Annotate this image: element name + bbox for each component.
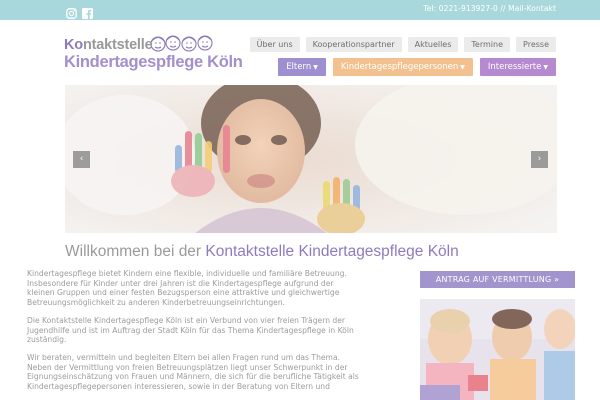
logo-line-2: Kindertagespflege Köln bbox=[64, 53, 243, 71]
antrag-vermittlung-button[interactable]: ANTRAG AUF VERMITTLUNG » bbox=[420, 271, 575, 288]
nav-kindertagespflegepersonen[interactable]: Kindertagespflegepersonen ▼ bbox=[332, 58, 473, 76]
nav-eltern[interactable]: Eltern ▼ bbox=[278, 58, 326, 76]
paragraph: Wir beraten, vermitteln und begleiten El… bbox=[27, 352, 359, 392]
slider-next-button[interactable]: › bbox=[531, 151, 548, 168]
hero-slider-image bbox=[65, 85, 557, 233]
nav-kooperationspartner[interactable]: Kooperationspartner bbox=[305, 37, 402, 52]
secondary-nav: Über uns Kooperationspartner Aktuelles T… bbox=[249, 37, 556, 52]
nav-termine[interactable]: Termine bbox=[464, 37, 511, 52]
nav-interessierte[interactable]: Interessierte ▼ bbox=[479, 58, 556, 76]
nav-presse[interactable]: Presse bbox=[516, 37, 556, 52]
chevron-right-icon: › bbox=[537, 154, 542, 164]
slider-prev-button[interactable]: ‹ bbox=[73, 151, 90, 168]
intro-text: Kindertagespflege bietet Kindern eine fl… bbox=[27, 269, 359, 400]
nav-ktpp-label: Kindertagespflegepersonen bbox=[340, 62, 459, 72]
chevron-down-icon: ▼ bbox=[543, 64, 548, 71]
contact-link[interactable]: Tel: 0221-913927-0 // Mail-Kontakt bbox=[423, 4, 556, 13]
social-links bbox=[66, 4, 93, 19]
nav-aktuelles[interactable]: Aktuelles bbox=[407, 37, 459, 52]
chevron-left-icon: ‹ bbox=[79, 154, 84, 164]
children-playing-image[interactable] bbox=[420, 299, 575, 400]
paragraph: Die Kontaktstelle Kindertagespflege Köln… bbox=[27, 315, 354, 345]
site-logo[interactable]: Kontaktstelle Kindertagespflege Köln bbox=[64, 34, 243, 76]
top-bar: Tel: 0221-913927-0 // Mail-Kontakt bbox=[0, 0, 600, 20]
paragraph: Kindertagespflege bietet Kindern eine fl… bbox=[27, 269, 347, 308]
page-title: Willkommen bei der Kontaktstelle Kindert… bbox=[65, 243, 459, 260]
facebook-icon[interactable] bbox=[82, 4, 93, 19]
logo-line-1: Kontaktstelle bbox=[64, 37, 153, 53]
nav-interessierte-label: Interessierte bbox=[487, 62, 542, 72]
chevron-down-icon: ▼ bbox=[313, 64, 318, 71]
primary-nav: Eltern ▼ Kindertagespflegepersonen ▼ Inter… bbox=[278, 58, 556, 76]
chevron-down-icon: ▼ bbox=[460, 64, 465, 71]
children-faces-logo-icon bbox=[150, 35, 213, 52]
instagram-icon[interactable] bbox=[66, 4, 77, 19]
nav-eltern-label: Eltern bbox=[286, 62, 312, 72]
nav-ueber-uns[interactable]: Über uns bbox=[249, 37, 300, 52]
